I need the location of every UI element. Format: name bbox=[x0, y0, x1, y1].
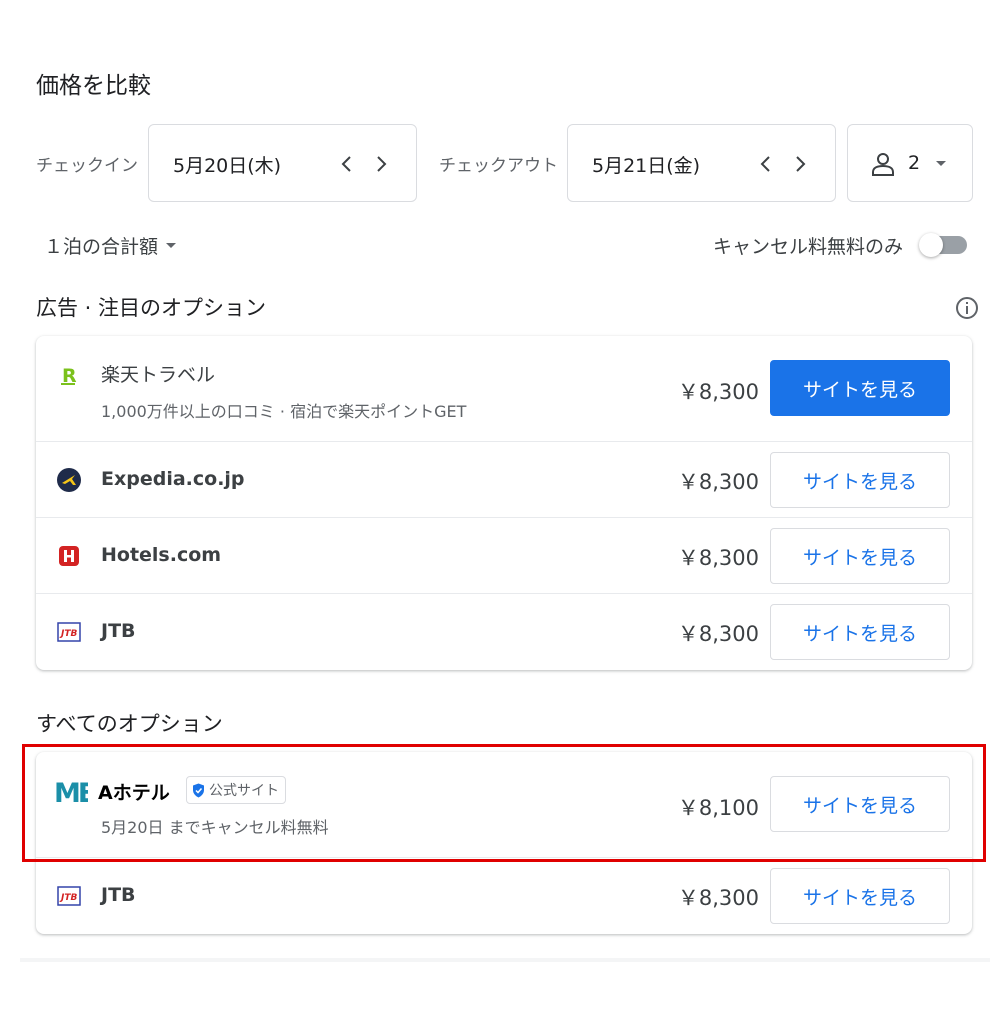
bottom-divider bbox=[20, 958, 990, 962]
price: ￥8,300 bbox=[677, 622, 759, 646]
rakuten-logo: R bbox=[56, 362, 82, 388]
price: ￥8,300 bbox=[677, 380, 759, 404]
view-site-button[interactable]: サイトを見る bbox=[770, 604, 950, 660]
list-item: JTB JTB ￥8,300 サイトを見る bbox=[36, 594, 972, 670]
toggle-knob bbox=[919, 233, 943, 257]
list-item: R 楽天トラベル 1,000万件以上の口コミ · 宿泊で楽天ポイントGET ￥8… bbox=[36, 336, 972, 442]
provider-name: 楽天トラベル bbox=[101, 364, 216, 386]
info-icon[interactable] bbox=[955, 296, 979, 320]
prev-date-icon[interactable] bbox=[754, 149, 778, 179]
checkin-date-field[interactable]: 5月20日(木) bbox=[148, 124, 417, 202]
price: ￥8,300 bbox=[677, 470, 759, 494]
expedia-logo bbox=[56, 467, 82, 493]
price-mode-dropdown[interactable]: １泊の合計額 bbox=[44, 232, 177, 259]
free-cancel-toggle[interactable] bbox=[919, 233, 969, 257]
view-site-button[interactable]: サイトを見る bbox=[770, 452, 950, 508]
provider-subtitle: 1,000万件以上の口コミ · 宿泊で楽天ポイントGET bbox=[101, 402, 467, 421]
featured-section-title: 広告 · 注目のオプション bbox=[36, 296, 267, 320]
chevron-down-icon bbox=[166, 243, 177, 248]
list-item: Hotels.com ￥8,300 サイトを見る bbox=[36, 518, 972, 594]
jtb-logo: JTB bbox=[56, 883, 82, 909]
provider-name: JTB bbox=[101, 884, 136, 906]
view-site-button[interactable]: サイトを見る bbox=[770, 868, 950, 924]
featured-options-card: R 楽天トラベル 1,000万件以上の口コミ · 宿泊で楽天ポイントGET ￥8… bbox=[36, 336, 972, 670]
checkin-label: チェックイン bbox=[36, 156, 138, 176]
provider-name: JTB bbox=[101, 620, 136, 642]
checkout-label: チェックアウト bbox=[439, 156, 558, 176]
checkout-date-field[interactable]: 5月21日(金) bbox=[567, 124, 836, 202]
provider-name: Hotels.com bbox=[101, 544, 222, 566]
free-cancel-label: キャンセル料無料のみ bbox=[713, 236, 904, 258]
checkout-date-value: 5月21日(金) bbox=[592, 155, 701, 177]
price-mode-label: １泊の合計額 bbox=[44, 236, 159, 258]
prev-date-icon[interactable] bbox=[335, 149, 359, 179]
hotels-logo bbox=[56, 543, 82, 569]
page-title: 価格を比較 bbox=[36, 73, 151, 99]
guests-selector[interactable]: 2 bbox=[847, 124, 973, 202]
list-item: JTB JTB ￥8,300 サイトを見る bbox=[36, 858, 972, 934]
svg-text:JTB: JTB bbox=[59, 629, 77, 639]
checkin-date-value: 5月20日(木) bbox=[173, 155, 282, 177]
provider-name: Expedia.co.jp bbox=[101, 468, 245, 490]
view-site-button[interactable]: サイトを見る bbox=[770, 360, 950, 416]
view-site-button[interactable]: サイトを見る bbox=[770, 528, 950, 584]
svg-text:JTB: JTB bbox=[59, 893, 77, 903]
guests-count: 2 bbox=[908, 152, 921, 174]
person-icon bbox=[872, 153, 894, 176]
next-date-icon[interactable] bbox=[788, 149, 812, 179]
jtb-logo: JTB bbox=[56, 619, 82, 645]
all-options-title: すべてのオプション bbox=[36, 712, 223, 736]
highlight-box bbox=[22, 744, 986, 862]
price: ￥8,300 bbox=[677, 546, 759, 570]
list-item: Expedia.co.jp ￥8,300 サイトを見る bbox=[36, 442, 972, 518]
chevron-down-icon bbox=[936, 161, 946, 166]
price: ￥8,300 bbox=[677, 886, 759, 910]
next-date-icon[interactable] bbox=[369, 149, 393, 179]
